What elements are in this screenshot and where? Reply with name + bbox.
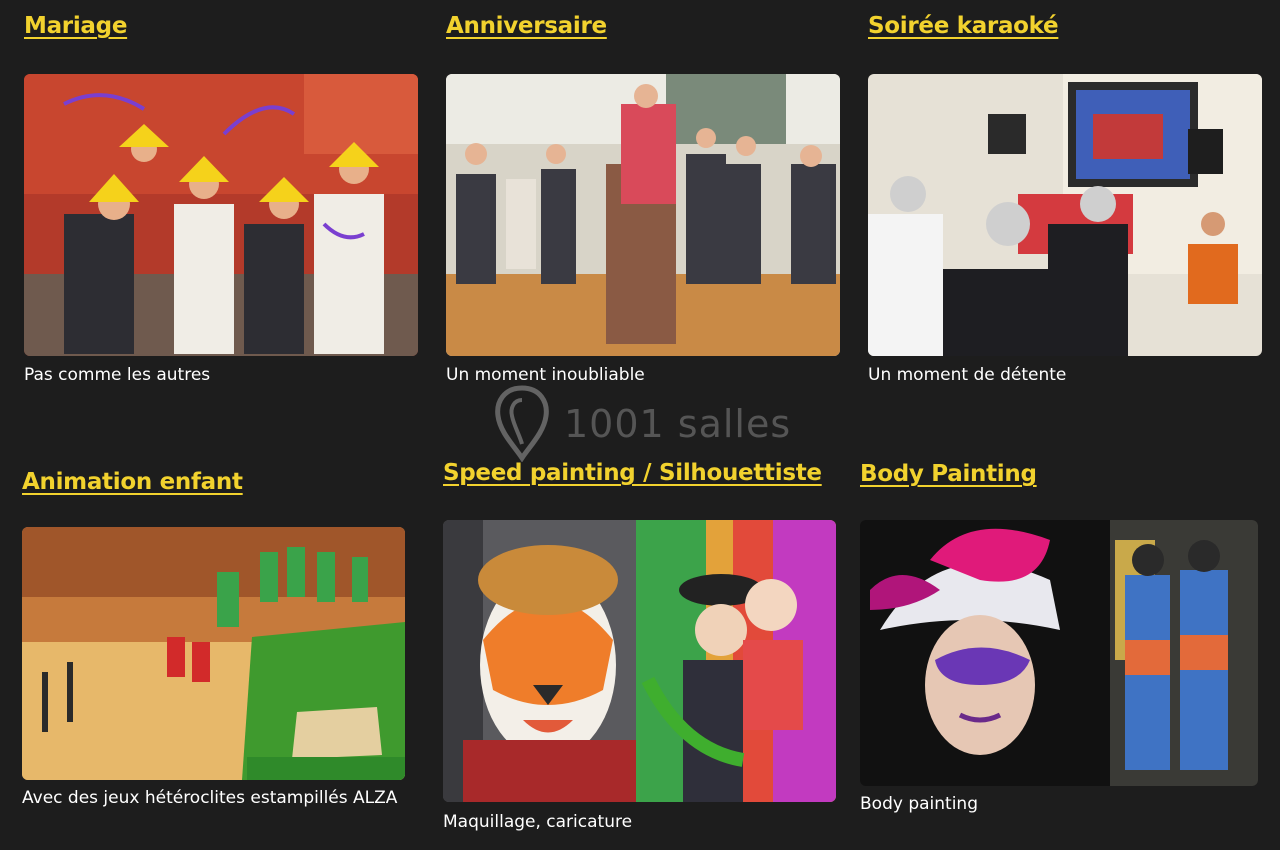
birthday-party-photo[interactable] [446,74,840,356]
pin-logo-icon [495,385,549,463]
watermark: 1001 salles [492,382,792,463]
card-title-animation-enfant[interactable]: Animation enfant [22,469,243,495]
face-painting-photo[interactable] [443,520,836,802]
body-painting-photo[interactable] [860,520,1258,786]
wedding-dance-photo[interactable] [24,74,418,356]
card-title-body-painting[interactable]: Body Painting [860,461,1037,487]
watermark-text: 1001 salles [564,402,792,446]
card-caption-karaoke: Un moment de détente [868,365,1067,385]
card-caption-body-painting: Body painting [860,794,978,814]
card-title-anniversaire[interactable]: Anniversaire [446,13,607,39]
karaoke-night-photo[interactable] [868,74,1262,356]
card-caption-mariage: Pas comme les autres [24,365,211,385]
card-caption-speed-painting: Maquillage, caricature [443,812,633,832]
card-title-mariage[interactable]: Mariage [24,13,127,39]
card-caption-animation-enfant: Avec des jeux hétéroclites estampillés A… [22,788,398,808]
card-title-karaoke[interactable]: Soirée karaoké [868,13,1059,39]
kids-games-photo[interactable] [22,527,405,780]
card-title-speed-painting[interactable]: Speed painting / Silhouettiste [443,460,822,486]
